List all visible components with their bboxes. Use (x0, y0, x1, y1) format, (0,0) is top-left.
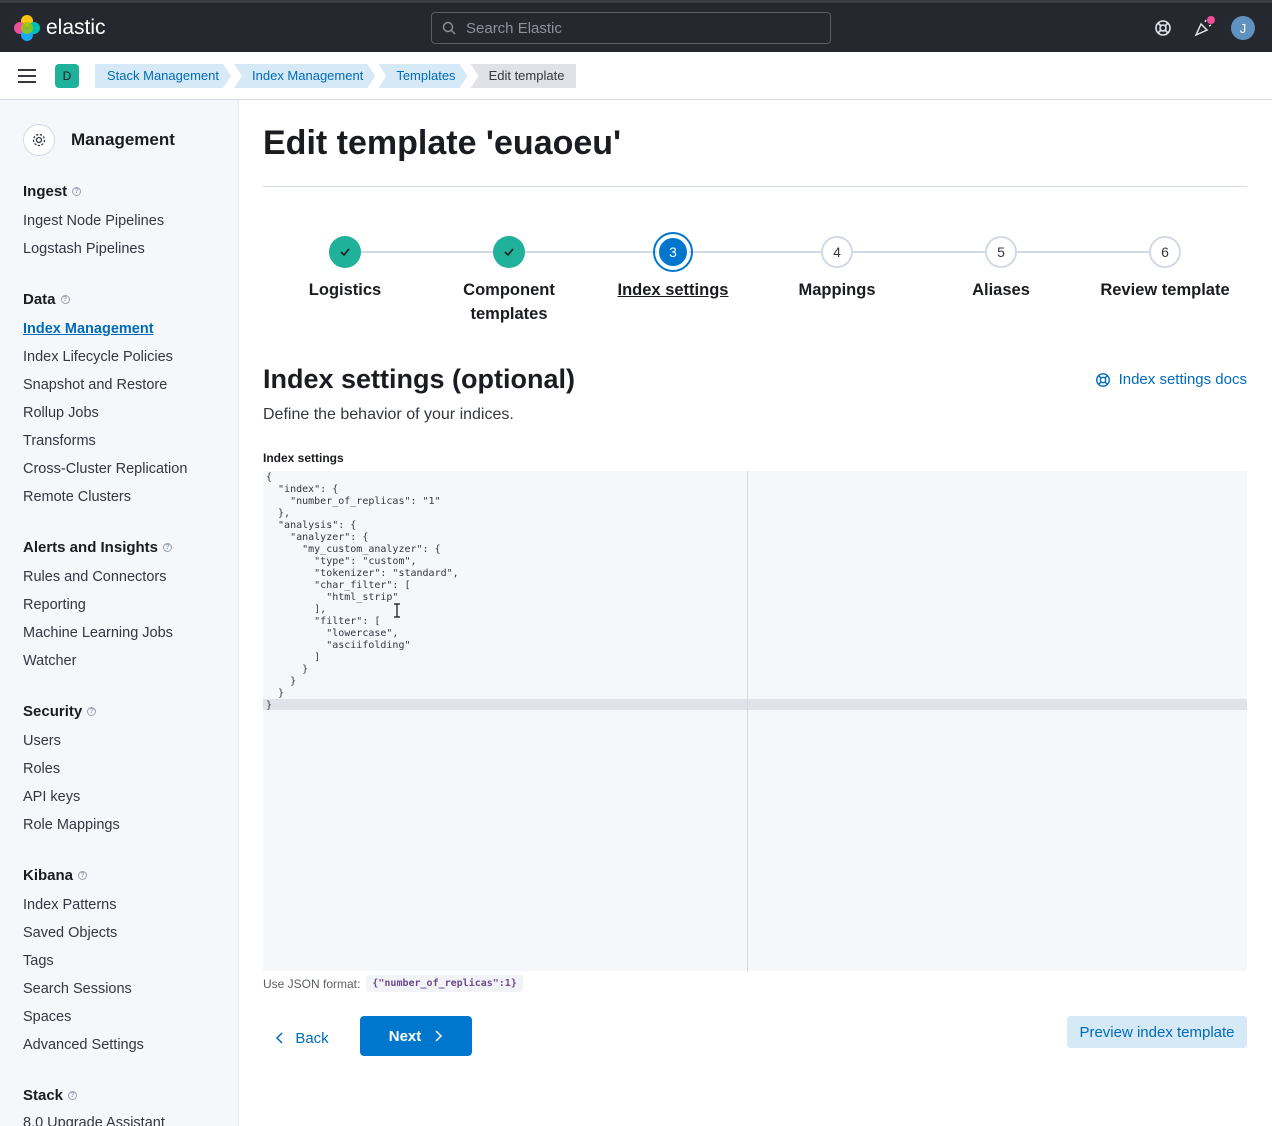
sidebar-item-watcher[interactable]: Watcher (23, 653, 76, 669)
sidebar-item-api-keys[interactable]: API keys (23, 789, 80, 805)
elastic-logo-icon (14, 15, 40, 41)
help-icon: ? (72, 187, 82, 196)
next-button[interactable]: Next (360, 1016, 472, 1056)
docs-link-label: Index settings docs (1118, 371, 1247, 388)
help-icon: ? (87, 707, 97, 716)
section-title: Index settings (optional) (263, 364, 576, 394)
step-label-index-settings[interactable]: Index settings (603, 278, 743, 302)
sidebar-item-cross-cluster-replication[interactable]: Cross-Cluster Replication (23, 461, 187, 477)
group-title-data: Data? (23, 291, 70, 308)
page-title: Edit template 'euaoeu' (263, 124, 622, 162)
step-label-logistics[interactable]: Logistics (275, 278, 415, 302)
breadcrumb: Stack Management Index Management Templa… (95, 64, 579, 88)
hint-label: Use JSON format: (263, 976, 361, 991)
sidebar-item-users[interactable]: Users (23, 733, 61, 749)
sidebar-item-machine-learning-jobs[interactable]: Machine Learning Jobs (23, 625, 173, 641)
chevron-right-icon (435, 1030, 443, 1042)
back-button[interactable]: Back (263, 1018, 341, 1058)
logo-text: elastic (46, 16, 106, 39)
help-button[interactable] (1151, 16, 1175, 40)
management-sidebar: Management Ingest? Ingest Node Pipelines… (0, 100, 239, 1126)
top-header: elastic Search Elastic J (0, 0, 1272, 52)
step-6-indicator[interactable]: 6 (1149, 236, 1181, 268)
index-settings-docs-link[interactable]: Index settings docs (1095, 371, 1247, 388)
sidebar-item-rollup-jobs[interactable]: Rollup Jobs (23, 405, 99, 421)
section-description: Define the behavior of your indices. (263, 406, 514, 423)
step-label-component-templates[interactable]: Component templates (439, 278, 579, 326)
help-icon: ? (60, 295, 70, 304)
menu-toggle-icon[interactable] (18, 69, 36, 83)
step-1-check-icon[interactable] (329, 236, 361, 268)
notification-dot (1207, 16, 1215, 24)
breadcrumb-stack-management[interactable]: Stack Management (95, 64, 231, 88)
json-format-hint: Use JSON format: {"number_of_replicas":1… (263, 975, 523, 992)
sidebar-item-upgrade-assistant[interactable]: 8.0 Upgrade Assistant (23, 1115, 165, 1126)
sidebar-item-remote-clusters[interactable]: Remote Clusters (23, 489, 131, 505)
sidebar-item-logstash-pipelines[interactable]: Logstash Pipelines (23, 241, 145, 257)
back-label: Back (295, 1029, 329, 1047)
news-feed-button[interactable] (1191, 16, 1215, 40)
sidebar-item-transforms[interactable]: Transforms (23, 433, 96, 449)
help-lifebuoy-icon (1155, 20, 1171, 36)
help-icon: ? (68, 1091, 78, 1100)
search-icon (442, 21, 456, 35)
group-title-stack: Stack? (23, 1087, 78, 1104)
hint-code: {"number_of_replicas":1} (366, 975, 523, 992)
step-3-indicator[interactable]: 3 (653, 232, 693, 272)
sidebar-item-saved-objects[interactable]: Saved Objects (23, 925, 117, 941)
breadcrumb-bar: D Stack Management Index Management Temp… (0, 52, 1272, 100)
breadcrumb-templates[interactable]: Templates (378, 64, 467, 88)
step-label-mappings[interactable]: Mappings (767, 278, 907, 302)
step-4-indicator[interactable]: 4 (821, 236, 853, 268)
sidebar-item-rules-and-connectors[interactable]: Rules and Connectors (23, 569, 166, 585)
next-label: Next (388, 1027, 422, 1045)
step-label-aliases[interactable]: Aliases (931, 278, 1071, 302)
help-icon: ? (78, 871, 88, 880)
sidebar-item-snapshot-and-restore[interactable]: Snapshot and Restore (23, 377, 167, 393)
field-label: Index settings (263, 451, 344, 465)
step-label-review-template[interactable]: Review template (1095, 278, 1235, 302)
sidebar-title: Management (71, 130, 175, 149)
sidebar-item-tags[interactable]: Tags (23, 953, 54, 969)
sidebar-item-roles[interactable]: Roles (23, 761, 60, 777)
print-margin (747, 471, 748, 971)
step-5-indicator[interactable]: 5 (985, 236, 1017, 268)
gear-icon (23, 124, 55, 156)
global-search-input[interactable]: Search Elastic (431, 12, 831, 44)
sidebar-item-search-sessions[interactable]: Search Sessions (23, 981, 132, 997)
space-selector[interactable]: D (55, 64, 79, 88)
stepper-track (345, 251, 1165, 253)
divider (263, 186, 1247, 187)
help-lifebuoy-icon (1095, 372, 1110, 387)
breadcrumb-edit-template: Edit template (470, 64, 577, 88)
sidebar-item-spaces[interactable]: Spaces (23, 1009, 71, 1025)
sidebar-item-reporting[interactable]: Reporting (23, 597, 86, 613)
sidebar-item-ingest-node-pipelines[interactable]: Ingest Node Pipelines (23, 213, 164, 229)
sidebar-item-index-patterns[interactable]: Index Patterns (23, 897, 117, 913)
sidebar-header: Management (23, 124, 175, 156)
group-title-security: Security? (23, 703, 97, 720)
chevron-left-icon (276, 1032, 283, 1044)
sidebar-item-role-mappings[interactable]: Role Mappings (23, 817, 120, 833)
editor-content[interactable]: { "index": { "number_of_replicas": "1" }… (266, 472, 459, 712)
group-title-alerts-and-insights: Alerts and Insights? (23, 539, 173, 556)
user-menu-button[interactable]: J (1231, 16, 1255, 40)
preview-index-template-button[interactable]: Preview index template (1067, 1016, 1247, 1048)
index-settings-code-editor[interactable]: { "index": { "number_of_replicas": "1" }… (263, 471, 1247, 971)
sidebar-item-advanced-settings[interactable]: Advanced Settings (23, 1037, 144, 1053)
text-cursor-icon (394, 603, 400, 618)
sidebar-item-index-management[interactable]: Index Management (23, 321, 154, 337)
group-title-ingest: Ingest? (23, 183, 82, 200)
sidebar-item-index-lifecycle-policies[interactable]: Index Lifecycle Policies (23, 349, 173, 365)
help-icon: ? (163, 543, 173, 552)
step-2-check-icon[interactable] (493, 236, 525, 268)
search-placeholder: Search Elastic (466, 19, 562, 37)
elastic-logo[interactable]: elastic (14, 15, 106, 41)
avatar: J (1231, 16, 1255, 40)
group-title-kibana: Kibana? (23, 867, 88, 884)
breadcrumb-index-management[interactable]: Index Management (234, 64, 375, 88)
